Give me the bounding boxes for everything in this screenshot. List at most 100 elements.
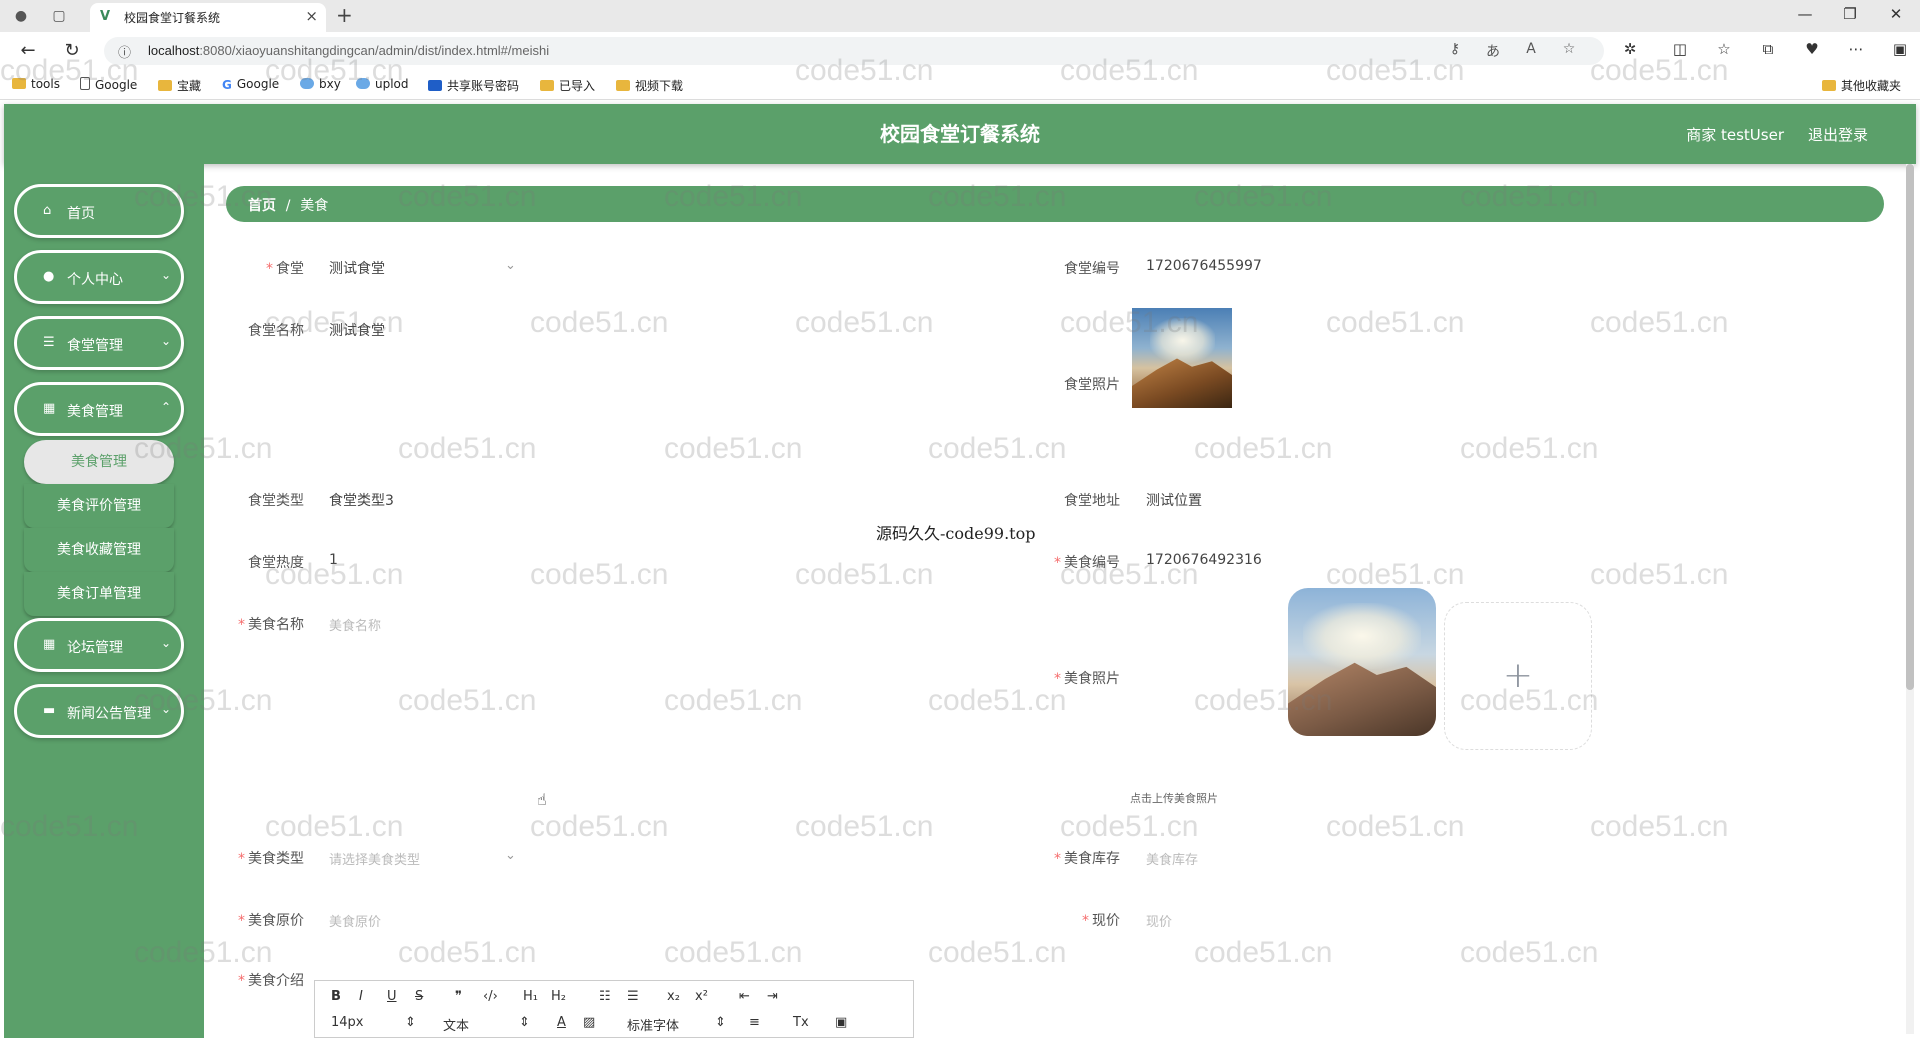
bookmark-other-favorites[interactable]: 其他收藏夹 (1822, 77, 1901, 94)
background-color-icon[interactable]: ▨ (583, 1015, 595, 1030)
h1-icon[interactable]: H₁ (523, 989, 538, 1004)
translate-icon[interactable]: あ (1482, 41, 1504, 61)
food-stock-input[interactable]: 美食库存 (1146, 849, 1198, 868)
site-info-icon[interactable]: ⓘ (118, 42, 131, 61)
canteen-address-label: 食堂地址 (1064, 493, 1120, 509)
breadcrumb-text: 首页 / 美食 (248, 195, 328, 215)
close-tab-icon[interactable]: × (305, 7, 318, 25)
submenu-food-favorite-management[interactable]: 美食收藏管理 (24, 528, 174, 572)
scrollbar[interactable] (1906, 164, 1914, 1034)
sidebar-item-forum-management[interactable]: ▦ 论坛管理 ⌄ (14, 618, 184, 672)
indent-icon[interactable]: ⇥ (767, 989, 778, 1004)
price-input[interactable]: 现价 (1146, 911, 1172, 930)
subscript-icon[interactable]: x₂ (667, 989, 680, 1004)
bookmark-tools[interactable]: tools (12, 77, 60, 91)
restore-icon[interactable]: ❐ (1838, 5, 1862, 23)
submenu-food-management[interactable]: 美食管理 (24, 440, 174, 484)
food-name-input[interactable]: 美食名称 (329, 615, 381, 634)
folder-icon (12, 78, 26, 89)
sidebar-item-news-management[interactable]: ▬ 新闻公告管理 ⌄ (14, 684, 184, 738)
scrollbar-thumb[interactable] (1906, 164, 1914, 690)
url-input[interactable]: ⓘ localhost:8080/xiaoyuanshitangdingcan/… (104, 37, 1604, 65)
submenu-food-order-management[interactable]: 美食订单管理 (24, 572, 174, 616)
sidebar-toggle-icon[interactable]: ▣ (1888, 40, 1912, 58)
key-icon[interactable]: ⚷ (1444, 41, 1466, 57)
browser-tab[interactable]: V 校园食堂订餐系统 × (90, 3, 326, 32)
food-photo[interactable] (1288, 588, 1436, 736)
bold-icon[interactable]: B (331, 989, 341, 1004)
bookmark-video-download[interactable]: 视频下载 (616, 77, 683, 94)
bookmark-shared-accounts[interactable]: 共享账号密码 (428, 77, 519, 94)
collections-icon[interactable]: ⧉ (1756, 40, 1780, 58)
new-tab-icon[interactable]: + (336, 3, 353, 27)
logout-button[interactable]: 退出登录 (1808, 124, 1868, 145)
outdent-icon[interactable]: ⇤ (739, 989, 750, 1004)
h2-icon[interactable]: H₂ (551, 989, 566, 1004)
bookmark-google-2[interactable]: G Google (222, 77, 279, 92)
bookmark-bxy[interactable]: bxy (300, 77, 341, 91)
folder-icon (616, 80, 630, 91)
bullet-list-icon[interactable]: ☰ (627, 989, 639, 1004)
original-price-input[interactable]: 美食原价 (329, 911, 381, 930)
superscript-icon[interactable]: x² (695, 989, 708, 1004)
plus-icon: + (1502, 655, 1534, 696)
tab-actions-icon[interactable]: ▢ (48, 6, 70, 26)
sidebar-item-canteen-management[interactable]: ☰ 食堂管理 ⌄ (14, 316, 184, 370)
upload-food-photo-button[interactable]: + (1444, 602, 1592, 750)
sidebar-item-personal-center[interactable]: ● 个人中心 ⌄ (14, 250, 184, 304)
code-icon[interactable]: ‹/› (483, 989, 498, 1004)
original-price-label: * 美食原价 (238, 913, 304, 929)
bookmark-google[interactable]: Google (80, 77, 137, 92)
sidebar-item-label: 食堂管理 (67, 338, 123, 354)
bookmark-imported[interactable]: 已导入 (540, 77, 595, 94)
image-icon[interactable]: ▣ (835, 1015, 847, 1030)
block-type-select[interactable]: 文本 (443, 1015, 469, 1034)
chevron-down-icon: ⌄ (160, 702, 171, 716)
sidebar-item-home[interactable]: ⌂ 首页 (14, 184, 184, 238)
submenu-food-review-management[interactable]: 美食评价管理 (24, 484, 174, 528)
cloud-icon (300, 78, 314, 89)
sidebar-item-food-management[interactable]: ▦ 美食管理 ⌃ (14, 382, 184, 436)
back-icon[interactable]: ← (16, 40, 40, 61)
chevron-down-icon[interactable]: ⌄ (505, 258, 516, 273)
font-family-select[interactable]: 标准字体 (627, 1015, 679, 1034)
food-type-select[interactable]: 请选择美食类型 (329, 849, 420, 868)
rich-text-editor[interactable]: B I U S ❞ ‹/› H₁ H₂ ☷ ☰ x₂ x² ⇤ ⇥ 14px ⇕… (314, 980, 914, 1038)
bookmark-baozang[interactable]: 宝藏 (158, 77, 201, 94)
address-bar: ← ↻ ⓘ localhost:8080/xiaoyuanshitangding… (0, 32, 1920, 70)
folder-icon (1822, 80, 1836, 91)
extensions-icon[interactable]: ✲ (1618, 40, 1642, 58)
quote-icon[interactable]: ❞ (455, 989, 462, 1004)
favorites-icon[interactable]: ☆ (1712, 40, 1736, 58)
profile-icon[interactable]: ● (10, 6, 32, 26)
grid-icon: ▦ (43, 401, 56, 416)
price-label: * 现价 (1082, 913, 1120, 929)
more-icon[interactable]: ⋯ (1844, 40, 1868, 58)
chevron-down-icon[interactable]: ⌄ (505, 848, 516, 863)
bookmark-uplod[interactable]: uplod (356, 77, 409, 91)
clear-format-icon[interactable]: Tx (793, 1015, 809, 1030)
font-color-icon[interactable]: A (557, 1015, 566, 1030)
breadcrumb-home[interactable]: 首页 (248, 198, 276, 214)
close-window-icon[interactable]: ✕ (1884, 5, 1908, 23)
italic-icon[interactable]: I (359, 989, 363, 1004)
system-title: 校园食堂订餐系统 (880, 122, 1040, 146)
sidebar-item-label: 论坛管理 (67, 640, 123, 656)
refresh-icon[interactable]: ↻ (60, 40, 84, 61)
folder-icon (540, 80, 554, 91)
canteen-select[interactable]: 测试食堂 (329, 258, 385, 278)
canteen-address-value: 测试位置 (1146, 493, 1202, 509)
favorite-star-icon[interactable]: ☆ (1558, 41, 1580, 57)
ordered-list-icon[interactable]: ☷ (599, 989, 611, 1004)
strike-icon[interactable]: S (415, 989, 423, 1004)
list-icon: ☰ (43, 335, 55, 350)
user-icon: ● (43, 269, 55, 284)
minimize-icon[interactable]: — (1793, 5, 1817, 23)
align-icon[interactable]: ≡ (749, 1015, 760, 1030)
food-no-value: 1720676492316 (1146, 552, 1262, 568)
font-size-select[interactable]: 14px (331, 1015, 364, 1030)
browser-essentials-icon[interactable]: ♥ (1800, 40, 1824, 58)
read-aloud-icon[interactable]: A (1520, 41, 1542, 57)
split-screen-icon[interactable]: ◫ (1668, 40, 1692, 58)
underline-icon[interactable]: U (387, 989, 397, 1004)
